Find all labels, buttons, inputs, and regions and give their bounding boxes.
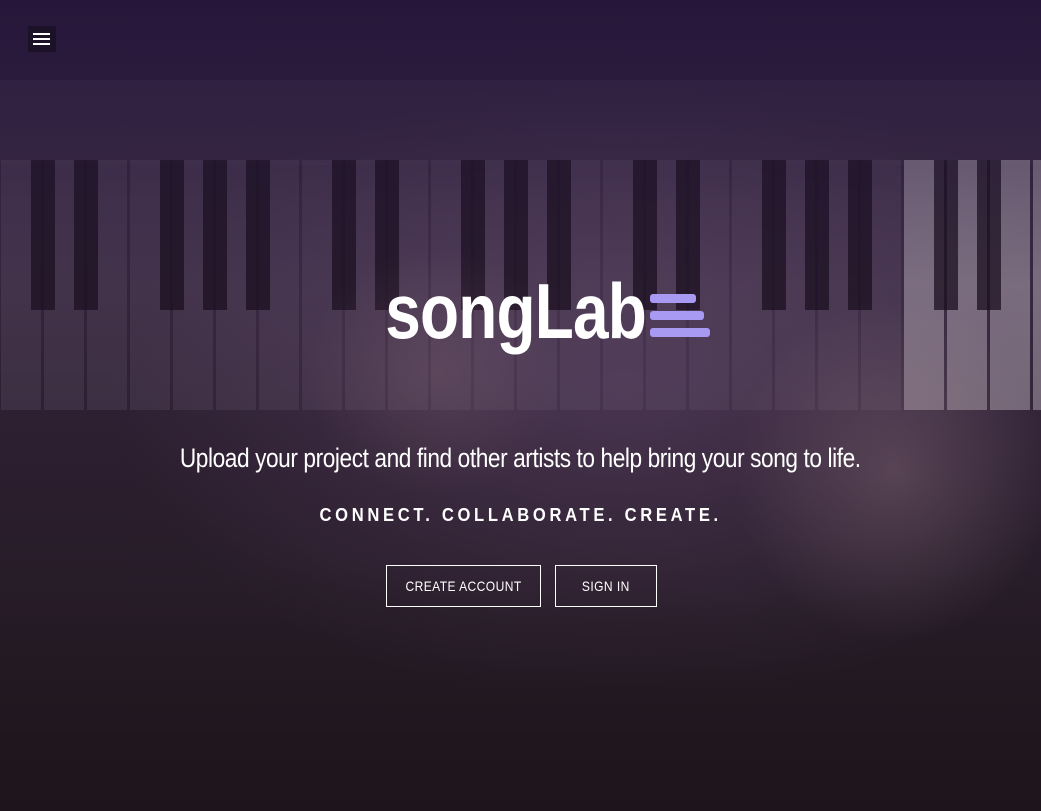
background-photo-overlay [0, 0, 1041, 811]
hamburger-menu-button[interactable] [28, 26, 56, 52]
brand-logo: songLab [0, 272, 1041, 350]
create-account-button[interactable]: CREATE ACCOUNT [386, 565, 541, 607]
hero-tagline: Upload your project and find other artis… [180, 443, 861, 473]
stacked-bars-logo-icon [650, 294, 712, 340]
hero-section: songLab Upload your project and find oth… [0, 0, 1041, 811]
hero-motto: CONNECT. COLLABORATE. CREATE. [319, 505, 722, 525]
sign-in-button[interactable]: SIGN IN [555, 565, 657, 607]
brand-name: songLab [385, 267, 647, 355]
sign-in-label: SIGN IN [582, 578, 630, 594]
create-account-label: CREATE ACCOUNT [405, 578, 522, 594]
